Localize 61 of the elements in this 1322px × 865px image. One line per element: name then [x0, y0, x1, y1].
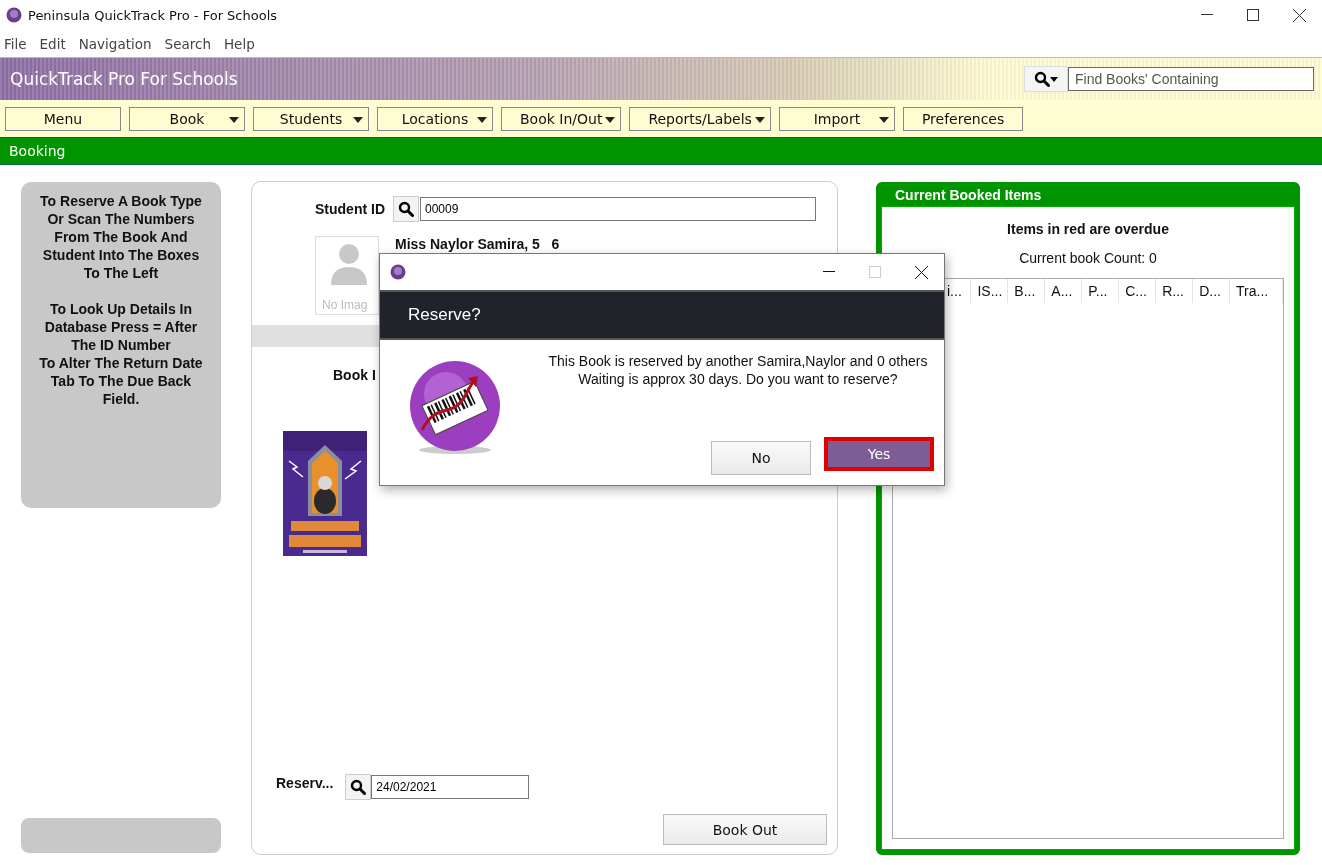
toolbar-button[interactable]: Menu [5, 106, 121, 131]
minimize-icon [823, 271, 835, 273]
toolbar-button[interactable]: Book In/Out [501, 106, 622, 131]
column-header[interactable]: A... [1045, 279, 1083, 303]
person-icon [330, 243, 368, 285]
student-name: Miss Naylor Samira, 5 6 [395, 236, 560, 252]
maximize-icon [869, 266, 881, 278]
date-picker-button[interactable] [345, 774, 372, 800]
column-header[interactable]: IS... [971, 279, 1009, 303]
book-out-button[interactable]: Book Out [663, 814, 827, 845]
student-id-field[interactable]: 00009 [420, 197, 816, 221]
help-text: To Look Up Details In Database Press = After The ID Number [43, 300, 199, 354]
menu-item[interactable]: Navigation [78, 35, 152, 52]
menu-item[interactable]: File [4, 35, 27, 52]
menu-item[interactable]: Search [164, 35, 211, 52]
column-header[interactable]: Tra... [1230, 279, 1283, 303]
close-icon [914, 265, 928, 279]
help-text: To Reserve A Book Type Or Scan The Numbers From The Book And Student Into The Boxes To The Left [39, 192, 203, 282]
book-count: Current book Count: 0 [1019, 250, 1157, 266]
section-title: Booking [9, 143, 66, 159]
toolbar-button[interactable]: Locations [377, 106, 493, 131]
menu-item[interactable]: Edit [39, 35, 66, 52]
placeholder-text: No Imag [322, 298, 368, 312]
app-logo-icon [390, 264, 406, 280]
menu-item[interactable]: Help [223, 35, 255, 52]
column-header[interactable]: C... [1119, 279, 1157, 303]
reserve-date-field[interactable]: 24/02/2021 [371, 775, 530, 799]
help-text: To Alter The Return Date Tab To The Due Back Field. [38, 354, 204, 408]
labeller-logo-icon [408, 360, 502, 456]
toolbar-button[interactable]: Students [253, 106, 369, 131]
window-title: Peninsula QuickTrack Pro - For Schools [28, 7, 279, 23]
dialog-button[interactable]: No [711, 441, 811, 475]
toolbar-button[interactable]: Import [778, 106, 895, 131]
lookup-button[interactable] [393, 196, 419, 222]
app-logo-icon [6, 7, 22, 23]
column-header[interactable]: D... [1193, 279, 1231, 303]
search-icon [1034, 71, 1050, 87]
dialog-message: This Book is reserved by another Samira,Naylor and 0 others [548, 352, 928, 370]
column-header[interactable]: P... [1082, 279, 1120, 303]
maximize-icon [1247, 9, 1259, 21]
app-title: QuickTrack Pro For Schools [10, 69, 238, 89]
dialog-button[interactable]: Yes [824, 437, 934, 471]
panel-title: Current Booked Items [894, 186, 1043, 205]
field-label: Student ID [315, 201, 385, 217]
column-header[interactable]: B... [1008, 279, 1046, 303]
search-icon [350, 779, 367, 795]
toolbar-button[interactable]: Preferences [902, 106, 1024, 131]
caret-icon [1050, 76, 1058, 82]
search-field[interactable]: Find Books' Containing [1068, 67, 1314, 91]
minimize-icon [1201, 14, 1213, 16]
field-label: Reserv... [276, 775, 334, 791]
toolbar-button[interactable]: Book [129, 106, 245, 131]
dialog-title: Reserve? [408, 305, 481, 325]
toolbar-button[interactable]: Reports/Labels [629, 106, 771, 131]
search-icon [398, 201, 414, 217]
dialog-message: Waiting is approx 30 days. Do you want to reserve? [578, 370, 898, 388]
field-label: Book I [333, 367, 376, 383]
column-header[interactable]: R... [1156, 279, 1194, 303]
overdue-note: Items in red are overdue [1007, 221, 1169, 237]
close-icon [1292, 8, 1306, 22]
search-options-button[interactable] [1024, 66, 1068, 92]
